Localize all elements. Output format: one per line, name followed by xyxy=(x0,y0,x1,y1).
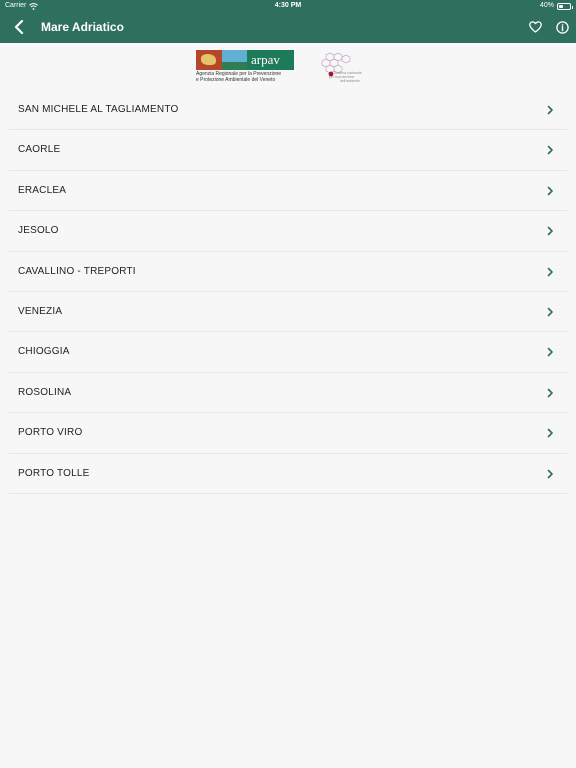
chevron-right-icon xyxy=(547,267,553,276)
list-item-label: VENEZIA xyxy=(18,305,63,317)
list-item[interactable]: CAORLE xyxy=(9,130,567,171)
status-bar: Carrier 4:30 PM 40% xyxy=(0,0,576,12)
info-icon xyxy=(555,20,569,34)
chevron-right-icon xyxy=(547,105,553,115)
heart-icon xyxy=(528,21,542,33)
favorite-button[interactable] xyxy=(525,17,545,37)
list-item-label: PORTO VIRO xyxy=(18,427,83,439)
battery-percent: 40% xyxy=(539,2,554,9)
battery-icon xyxy=(557,2,573,10)
snpa-line-3: dell'ambiente xyxy=(340,79,360,83)
list-item-label: CHIOGGIA xyxy=(18,346,70,358)
list-item-label: JESOLO xyxy=(18,225,59,237)
list-item[interactable]: CHIOGGIA xyxy=(9,332,567,373)
list-item[interactable]: ROSOLINA xyxy=(9,373,567,414)
list-item[interactable]: VENEZIA xyxy=(9,292,567,333)
header-bar: Carrier 4:30 PM 40% Mare Adriatico xyxy=(0,0,576,43)
chevron-right-icon xyxy=(547,226,553,236)
list-item-label: CAVALLINO - TREPORTI xyxy=(18,265,136,277)
chevron-right-icon xyxy=(547,307,553,317)
list-item[interactable]: PORTO VIRO xyxy=(9,413,567,454)
list-item[interactable]: JESOLO xyxy=(9,211,567,252)
list-item[interactable]: CAVALLINO - TREPORTI xyxy=(9,252,567,292)
chevron-right-icon xyxy=(547,146,553,155)
list-item[interactable]: SAN MICHELE AL TAGLIAMENTO xyxy=(9,90,567,131)
list-item-label: SAN MICHELE AL TAGLIAMENTO xyxy=(18,104,179,115)
chevron-right-icon xyxy=(547,428,553,438)
clock: 4:30 PM xyxy=(274,2,302,9)
list-item-label: CAORLE xyxy=(18,144,61,156)
arpav-logo: arpav Agenzia Regionale per la Prevenzio… xyxy=(196,50,294,84)
arpav-name: arpav xyxy=(247,50,294,70)
list-item-label: ERACLEA xyxy=(18,184,67,196)
chevron-right-icon xyxy=(547,469,553,478)
chevron-right-icon xyxy=(547,348,553,357)
info-button[interactable] xyxy=(552,17,572,37)
location-list: SAN MICHELE AL TAGLIAMENTO CAORLE ERACLE… xyxy=(9,90,567,494)
list-item[interactable]: PORTO TOLLE xyxy=(9,454,567,494)
snpa-logo: Sistema nazionale per la protezione dell… xyxy=(321,52,362,83)
list-item[interactable]: ERACLEA xyxy=(9,171,567,212)
navigation-bar: Mare Adriatico xyxy=(0,12,576,43)
list-item-label: PORTO TOLLE xyxy=(18,467,90,479)
chevron-right-icon xyxy=(547,388,553,398)
chevron-right-icon xyxy=(547,186,553,196)
battery-indicator: 40% xyxy=(539,0,573,12)
arpav-description-line: e Protezione Ambientale del Veneto xyxy=(196,77,276,83)
back-button[interactable] xyxy=(8,16,30,38)
arpav-logo-bar: arpav xyxy=(196,50,294,70)
list-item-label: ROSOLINA xyxy=(18,386,72,398)
arpav-description: Agenzia Regionale per la Prevenzione e P… xyxy=(196,71,306,83)
page-title: Mare Adriatico xyxy=(41,20,124,34)
landscape-emblem xyxy=(222,50,247,70)
chevron-left-icon xyxy=(14,20,24,34)
logo-banner: arpav Agenzia Regionale per la Prevenzio… xyxy=(0,43,576,90)
lion-emblem xyxy=(196,50,222,70)
